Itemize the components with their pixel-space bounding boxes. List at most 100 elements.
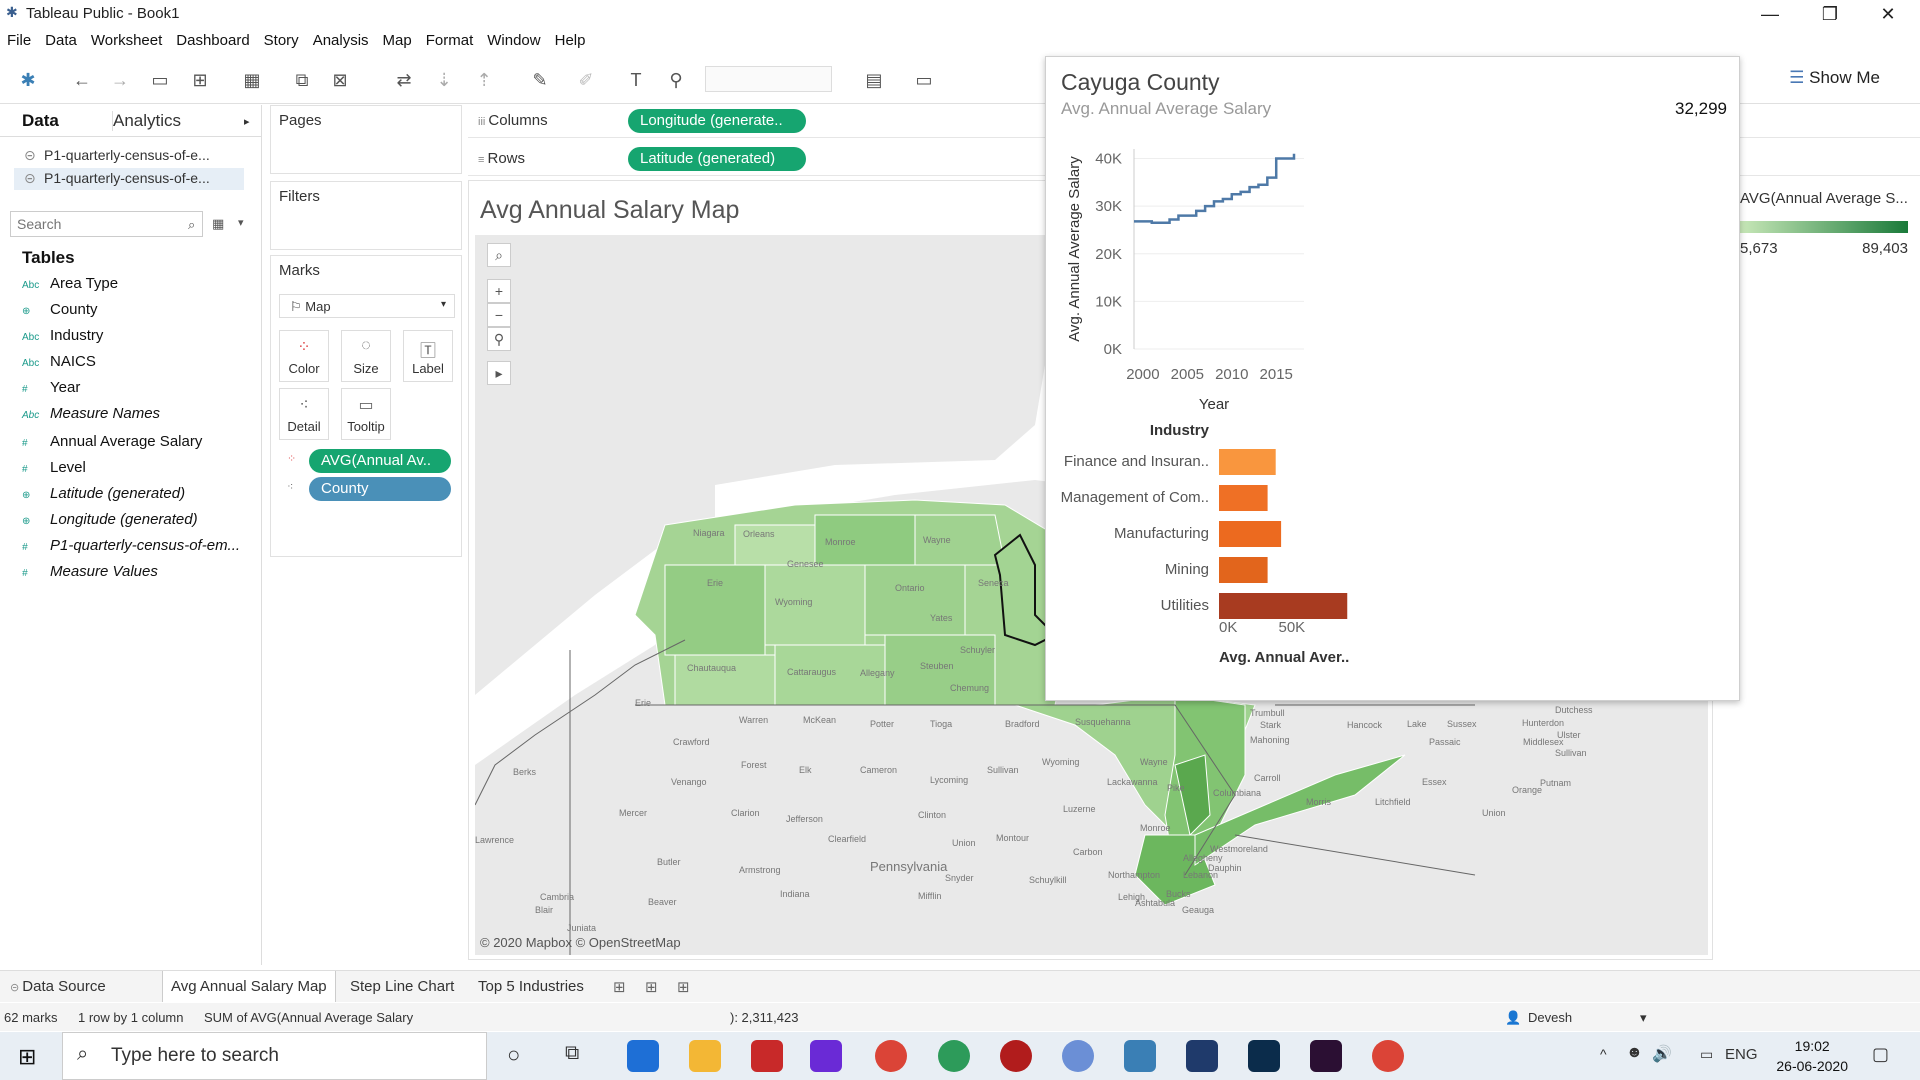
zoom-out-icon[interactable]: − [487,303,511,327]
field-item[interactable]: # Level [22,459,86,483]
undo-icon[interactable]: ← [70,68,94,92]
clear-sheet-icon[interactable]: ⊠ [328,68,352,92]
sort-ascending-icon[interactable]: ⇣ [432,68,456,92]
label-button[interactable]: 🅃 Label [403,330,453,382]
chevron-down-icon[interactable]: ▾ [238,216,244,229]
tab-top-5-industries[interactable]: Top 5 Industries [470,971,592,1002]
play-icon[interactable]: ▸ [487,361,511,385]
menu-data[interactable]: Data [38,29,84,52]
filters-card[interactable]: Filters [270,181,462,250]
new-worksheet-tab-icon[interactable]: ⊞ [613,978,626,996]
status-user[interactable]: Devesh [1528,1010,1572,1025]
chrome-icon[interactable] [875,1040,907,1072]
datasource-item-selected[interactable]: ⊝ P1-quarterly-census-of-e... [14,168,244,190]
file-explorer-icon[interactable] [689,1040,721,1072]
color-pill[interactable]: AVG(Annual Av.. [309,449,451,473]
photoshop-icon[interactable] [1248,1040,1280,1072]
menu-story[interactable]: Story [257,29,306,52]
menu-window[interactable]: Window [480,29,547,52]
size-button[interactable]: ◌ Size [341,330,391,382]
premiere-icon[interactable] [1310,1040,1342,1072]
detail-button[interactable]: ⁖ Detail [279,388,329,440]
mcafee-icon[interactable] [751,1040,783,1072]
longitude-pill[interactable]: Longitude (generate.. [628,109,806,133]
new-worksheet-icon[interactable]: ▦ [240,68,264,92]
media-player-icon[interactable] [810,1040,842,1072]
sort-descending-icon[interactable]: ⇡ [472,68,496,92]
clock[interactable]: 19:02 26-06-2020 [1776,1036,1848,1076]
group-icon[interactable]: ✐ [574,68,598,92]
tab-data[interactable]: Data [22,111,59,131]
county-pill[interactable]: County [309,477,451,501]
field-item[interactable]: Abc Measure Names [22,405,160,429]
atom-icon[interactable] [938,1040,970,1072]
chevron-down-icon[interactable]: ▾ [1640,1010,1647,1026]
color-button[interactable]: ⁘ Color [279,330,329,382]
windows-start-icon[interactable]: ⊞ [18,1044,36,1070]
chrome-icon-2[interactable] [1372,1040,1404,1072]
field-item[interactable]: ⊕ Longitude (generated) [22,511,198,535]
show-cards-icon[interactable]: ▤ [862,68,886,92]
tooltip-button[interactable]: ▭ Tooltip [341,388,391,440]
menu-worksheet[interactable]: Worksheet [84,29,169,52]
edge-icon[interactable] [627,1040,659,1072]
battery-icon[interactable]: ▭ [1700,1046,1713,1063]
restore-icon[interactable]: ❐ [1802,0,1858,28]
chevron-up-icon[interactable]: ^ [1600,1046,1607,1062]
search-icon[interactable]: ⌕ [188,217,195,233]
lang-indicator[interactable]: ENG [1725,1046,1758,1063]
volume-icon[interactable]: 🔊 [1652,1044,1672,1064]
field-item[interactable]: ⊕ County [22,301,98,325]
field-item[interactable]: # P1-quarterly-census-of-em... [22,537,240,561]
pin-icon[interactable]: ⚲ [487,327,511,351]
task-view-icon[interactable]: ⧉ [565,1042,579,1065]
view-toggle-icon[interactable]: ▦ [212,216,224,232]
fit-dropdown[interactable] [705,66,832,92]
menu-file[interactable]: File [0,29,38,52]
field-item[interactable]: ⊕ Latitude (generated) [22,485,185,509]
new-story-tab-icon[interactable]: ⊞ [677,978,690,996]
show-labels-icon[interactable]: T [624,68,648,92]
tableau-home-icon[interactable]: ✱ [16,68,40,92]
pages-card[interactable]: Pages [270,105,462,174]
latitude-pill[interactable]: Latitude (generated) [628,147,806,171]
mysql-icon[interactable] [1186,1040,1218,1072]
new-datasource-icon[interactable]: ⊞ [188,68,212,92]
save-icon[interactable]: ▭ [148,68,172,92]
field-item[interactable]: Abc Area Type [22,275,118,299]
map-search-icon[interactable]: ⌕ [487,243,511,267]
redo-icon[interactable]: → [108,68,132,92]
menu-dashboard[interactable]: Dashboard [169,29,256,52]
app-icon[interactable] [1000,1040,1032,1072]
menu-analysis[interactable]: Analysis [306,29,376,52]
r-icon[interactable] [1062,1040,1094,1072]
search-input[interactable] [10,211,203,237]
duplicate-sheet-icon[interactable]: ⧉ [290,68,314,92]
notifications-icon[interactable]: ▢ [1872,1044,1889,1065]
close-icon[interactable]: ✕ [1860,0,1916,28]
field-item[interactable]: # Year [22,379,80,403]
tab-step-line-chart[interactable]: Step Line Chart [342,971,462,1002]
field-item[interactable]: Abc Industry [22,327,103,351]
tab-avg-annual-salary-map[interactable]: Avg Annual Salary Map [162,971,336,1002]
new-dashboard-tab-icon[interactable]: ⊞ [645,978,658,996]
fix-axes-icon[interactable]: ⚲ [664,68,688,92]
minimize-icon[interactable]: — [1742,0,1798,28]
swap-icon[interactable]: ⇄ [392,68,416,92]
cortana-icon[interactable]: ○ [507,1042,520,1068]
tab-menu-icon[interactable]: ▸ [244,115,250,128]
color-legend[interactable]: AVG(Annual Average S... 5,673 89,403 [1740,185,1920,265]
presentation-icon[interactable]: ▭ [912,68,936,92]
menu-help[interactable]: Help [548,29,593,52]
tab-data-source[interactable]: ⊝ Data Source [2,971,114,1002]
people-icon[interactable]: ☻ [1626,1044,1643,1062]
taskbar-search[interactable]: ⌕ Type here to search [62,1032,487,1080]
datasource-item[interactable]: ⊝ P1-quarterly-census-of-e... [14,145,244,167]
highlight-icon[interactable]: ✎ [528,68,552,92]
show-me-button[interactable]: ☰ Show Me [1789,68,1880,88]
mark-type-dropdown[interactable]: ⚐ Map ▾ [279,294,455,318]
field-item[interactable]: # Measure Values [22,563,158,587]
menu-map[interactable]: Map [376,29,419,52]
menu-format[interactable]: Format [419,29,481,52]
tableau-taskbar-icon[interactable] [1124,1040,1156,1072]
